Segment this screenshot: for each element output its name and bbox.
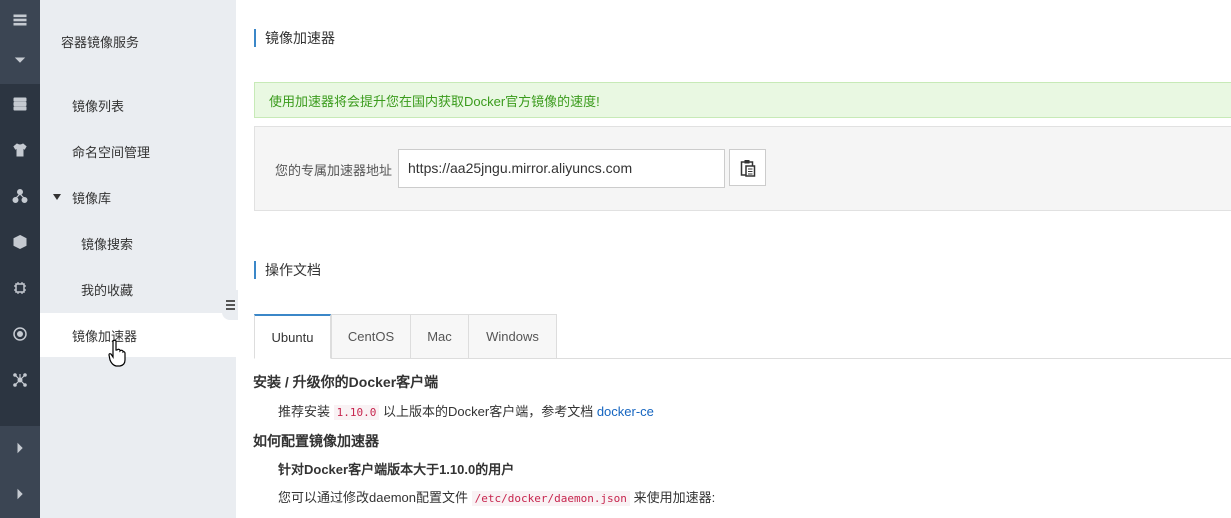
sidebar-item-namespace[interactable]: 命名空间管理 xyxy=(40,129,236,173)
doc-heading-install: 安装 / 升级你的Docker客户端 xyxy=(253,374,439,390)
accelerator-url-field[interactable]: https://aa25jngu.mirror.aliyuncs.com xyxy=(398,149,725,188)
doc-paragraph-config: 您可以通过修改daemon配置文件 /etc/docker/daemon.jso… xyxy=(278,487,715,506)
chevron-down-icon[interactable] xyxy=(0,40,40,80)
os-tabs: Ubuntu CentOS Mac Windows xyxy=(254,314,1231,359)
cube-icon[interactable] xyxy=(0,222,40,262)
cluster-icon[interactable] xyxy=(0,360,40,400)
doc-subheading-version: 针对Docker客户端版本大于1.10.0的用户 xyxy=(278,462,515,477)
sidebar-title: 容器镜像服务 xyxy=(61,34,140,50)
secondary-sidebar: 容器镜像服务 镜像列表 命名空间管理 镜像库 镜像搜索 我的收藏 镜像加速器 xyxy=(40,0,236,518)
collapse-icon xyxy=(225,304,235,306)
chip-icon[interactable] xyxy=(0,268,40,308)
sidebar-item-label: 镜像列表 xyxy=(72,98,125,114)
eye-icon[interactable] xyxy=(0,314,40,354)
copy-button[interactable] xyxy=(729,149,766,186)
doc-text: 来使用加速器: xyxy=(633,490,716,505)
tab-windows[interactable]: Windows xyxy=(468,314,557,359)
shirt-icon[interactable] xyxy=(0,130,40,170)
sidebar-item-label: 镜像搜索 xyxy=(81,236,134,252)
sidebar-item-label: 我的收藏 xyxy=(81,282,134,298)
chevron-right-icon[interactable] xyxy=(0,428,40,468)
docs-section-title: 操作文档 xyxy=(254,261,321,279)
sidebar-item-image-list[interactable]: 镜像列表 xyxy=(40,83,236,127)
main-content: 镜像加速器 使用加速器将会提升您在国内获取Docker官方镜像的速度! 您的专属… xyxy=(236,0,1231,518)
doc-text: 以上版本的Docker客户端，参考文档 xyxy=(383,404,594,419)
sidebar-item-accelerator[interactable]: 镜像加速器 xyxy=(40,313,236,357)
page-title: 镜像加速器 xyxy=(254,29,335,47)
hand-cursor-icon xyxy=(108,339,126,367)
tab-centos[interactable]: CentOS xyxy=(331,314,411,359)
icon-rail xyxy=(0,0,40,518)
accelerator-panel: 您的专属加速器地址 https://aa25jngu.mirror.aliyun… xyxy=(254,126,1231,211)
doc-text: 推荐安装 xyxy=(278,404,331,419)
sidebar-item-image-search[interactable]: 镜像搜索 xyxy=(40,221,236,265)
network-icon[interactable] xyxy=(0,176,40,216)
doc-paragraph-install: 推荐安装 1.10.0 以上版本的Docker客户端，参考文档 docker-c… xyxy=(278,401,654,420)
daemon-path-code: /etc/docker/daemon.json xyxy=(471,491,630,506)
info-alert: 使用加速器将会提升您在国内获取Docker官方镜像的速度! xyxy=(254,82,1231,118)
sidebar-item-favorites[interactable]: 我的收藏 xyxy=(40,267,236,311)
accelerator-label: 您的专属加速器地址 xyxy=(275,163,393,178)
sidebar-item-label: 镜像库 xyxy=(72,190,112,206)
doc-text: 您可以通过修改daemon配置文件 xyxy=(278,490,468,505)
version-code: 1.10.0 xyxy=(333,405,380,420)
clipboard-icon xyxy=(740,159,755,177)
caret-down-icon xyxy=(53,194,61,200)
tab-mac[interactable]: Mac xyxy=(410,314,469,359)
sidebar-item-repository[interactable]: 镜像库 xyxy=(40,175,236,219)
doc-heading-config: 如何配置镜像加速器 xyxy=(253,433,379,449)
docker-ce-link[interactable]: docker-ce xyxy=(597,404,654,419)
sidebar-item-label: 命名空间管理 xyxy=(72,144,151,160)
tab-ubuntu[interactable]: Ubuntu xyxy=(254,314,331,359)
menu-toggle-icon[interactable] xyxy=(0,0,40,40)
sidebar-item-label: 镜像加速器 xyxy=(72,328,138,344)
chevron-right-icon[interactable] xyxy=(0,474,40,514)
server-icon[interactable] xyxy=(0,84,40,124)
